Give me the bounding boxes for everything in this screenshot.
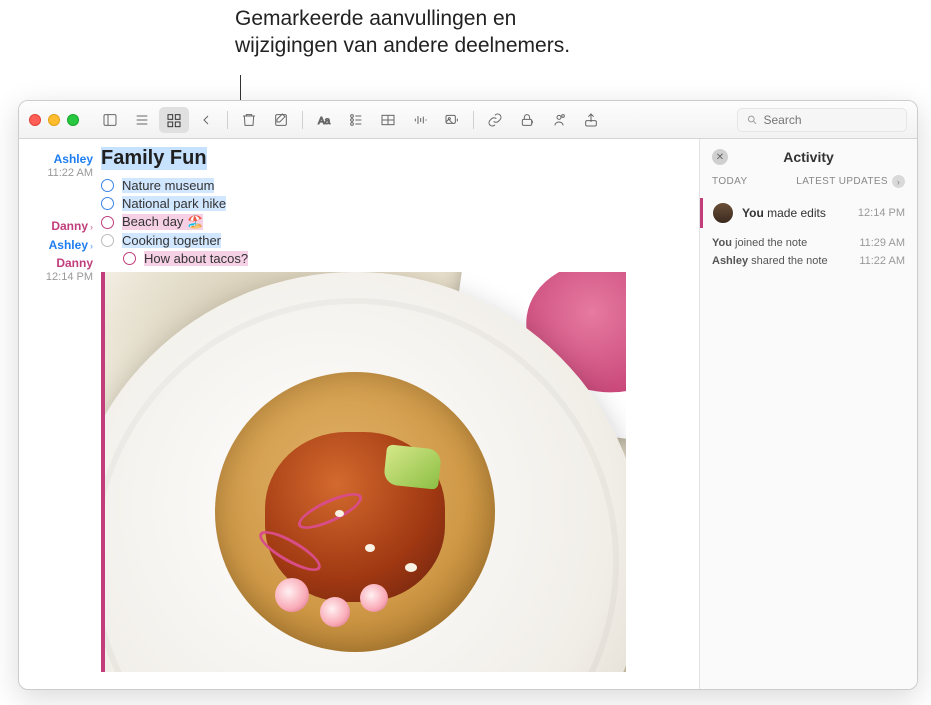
- activity-row-primary[interactable]: You made edits 12:14 PM: [700, 198, 905, 228]
- gallery-view-button[interactable]: [159, 107, 189, 133]
- checkbox[interactable]: [101, 216, 114, 229]
- checklist-button[interactable]: [341, 107, 371, 133]
- activity-text: You joined the note: [712, 237, 807, 249]
- activity-today-label: TODAY: [712, 176, 748, 187]
- window-controls: [29, 114, 79, 126]
- checkbox[interactable]: [101, 234, 114, 247]
- minimize-window-button[interactable]: [48, 114, 60, 126]
- activity-subheader: TODAY LATEST UPDATES ›: [712, 175, 905, 188]
- activity-text: You made edits: [742, 206, 850, 220]
- toolbar-separator: [473, 111, 474, 129]
- checklist-item[interactable]: How about tacos?: [123, 251, 689, 266]
- gutter-author: Ashley: [27, 151, 93, 168]
- image-cheese: [335, 510, 344, 517]
- audio-button[interactable]: [405, 107, 435, 133]
- new-note-button[interactable]: [266, 107, 296, 133]
- callout-line2: wijzigingen van andere deelnemers.: [235, 34, 570, 57]
- checklist-text[interactable]: How about tacos?: [144, 251, 248, 266]
- window-body: Ashley 11:22 AM Danny› Ashley› Danny 12:…: [19, 139, 917, 689]
- gutter-author[interactable]: Danny›: [27, 218, 93, 235]
- activity-header: ✕ Activity: [712, 149, 905, 165]
- delete-button[interactable]: [234, 107, 264, 133]
- note-image[interactable]: [101, 272, 626, 672]
- note-content-area: Ashley 11:22 AM Danny› Ashley› Danny 12:…: [19, 139, 699, 689]
- back-button[interactable]: [191, 107, 221, 133]
- gutter-author[interactable]: Ashley›: [27, 237, 93, 254]
- activity-time: 12:14 PM: [858, 207, 905, 219]
- note-body[interactable]: Family Fun Nature museum National park h…: [101, 139, 699, 689]
- toolbar: Aa: [19, 101, 917, 139]
- checklist-item[interactable]: National park hike: [101, 196, 689, 211]
- activity-latest-button[interactable]: LATEST UPDATES ›: [796, 175, 905, 188]
- activity-text: Ashley shared the note: [712, 255, 828, 267]
- image-radish: [360, 584, 388, 612]
- checklist-text[interactable]: National park hike: [122, 196, 226, 211]
- zoom-window-button[interactable]: [67, 114, 79, 126]
- gutter-author: Danny: [27, 255, 93, 272]
- checklist-item[interactable]: Cooking together: [101, 233, 689, 248]
- checklist: Nature museum National park hike Beach d…: [101, 178, 689, 266]
- activity-row[interactable]: Ashley shared the note 11:22 AM: [712, 252, 905, 270]
- image-cheese: [405, 563, 417, 572]
- checkbox[interactable]: [123, 252, 136, 265]
- activity-panel: ✕ Activity TODAY LATEST UPDATES › You ma…: [699, 139, 917, 689]
- share-button[interactable]: [576, 107, 606, 133]
- checklist-item[interactable]: Beach day 🏖️: [101, 214, 689, 230]
- notes-window: Aa Ashley 11:22 AM Danny› Ashley› Danny: [18, 100, 918, 690]
- activity-time: 11:29 AM: [859, 237, 905, 249]
- attribution-gutter: Ashley 11:22 AM Danny› Ashley› Danny 12:…: [19, 139, 101, 689]
- close-window-button[interactable]: [29, 114, 41, 126]
- activity-row[interactable]: You joined the note 11:29 AM: [712, 234, 905, 252]
- callout-text: Gemarkeerde aanvullingen en wijzigingen …: [235, 5, 570, 60]
- checkbox[interactable]: [101, 179, 114, 192]
- checklist-text[interactable]: Beach day 🏖️: [122, 214, 203, 230]
- search-field[interactable]: [737, 108, 907, 132]
- checklist-item[interactable]: Nature museum: [101, 178, 689, 193]
- sidebar-toggle-button[interactable]: [95, 107, 125, 133]
- search-input[interactable]: [764, 113, 899, 127]
- table-button[interactable]: [373, 107, 403, 133]
- note-title[interactable]: Family Fun: [101, 147, 207, 170]
- checkbox[interactable]: [101, 197, 114, 210]
- checklist-text[interactable]: Cooking together: [122, 233, 221, 248]
- callout-line1: Gemarkeerde aanvullingen en: [235, 7, 516, 30]
- lock-button[interactable]: [512, 107, 542, 133]
- format-button[interactable]: Aa: [309, 107, 339, 133]
- toolbar-separator: [227, 111, 228, 129]
- list-view-button[interactable]: [127, 107, 157, 133]
- collaborate-button[interactable]: [544, 107, 574, 133]
- image-cheese: [365, 544, 375, 552]
- image-lime: [383, 444, 442, 490]
- image-radish: [275, 578, 309, 612]
- gutter-time: 11:22 AM: [27, 167, 93, 179]
- avatar: [712, 202, 734, 224]
- activity-time: 11:22 AM: [859, 255, 905, 267]
- media-button[interactable]: [437, 107, 467, 133]
- chevron-right-icon: ›: [892, 175, 905, 188]
- search-icon: [746, 113, 758, 126]
- svg-text:Aa: Aa: [318, 116, 331, 127]
- image-radish: [320, 597, 350, 627]
- checklist-text[interactable]: Nature museum: [122, 178, 214, 193]
- activity-title: Activity: [712, 149, 905, 165]
- gutter-time: 12:14 PM: [27, 271, 93, 283]
- link-button[interactable]: [480, 107, 510, 133]
- toolbar-separator: [302, 111, 303, 129]
- activity-latest-label: LATEST UPDATES: [796, 176, 888, 187]
